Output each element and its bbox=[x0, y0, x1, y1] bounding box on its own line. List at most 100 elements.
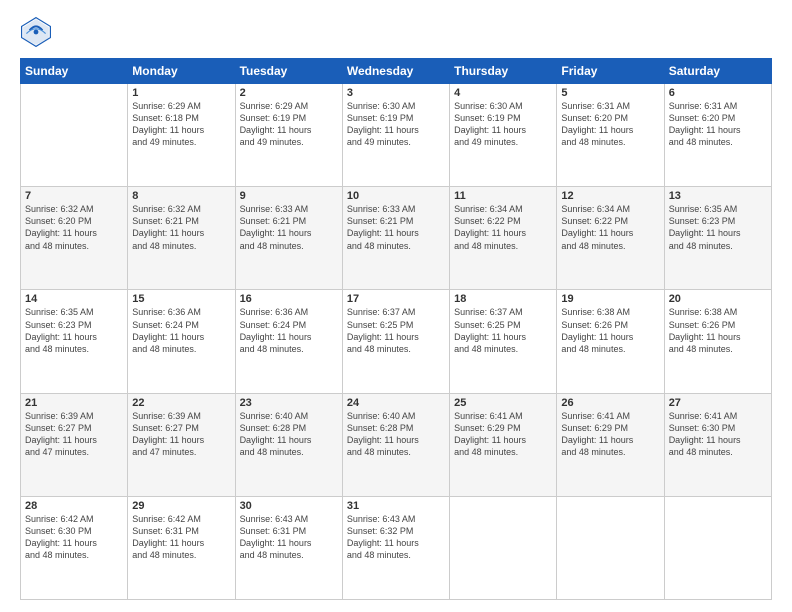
calendar-header-row: SundayMondayTuesdayWednesdayThursdayFrid… bbox=[21, 59, 772, 84]
calendar-cell: 4Sunrise: 6:30 AM Sunset: 6:19 PM Daylig… bbox=[450, 84, 557, 187]
logo-icon bbox=[20, 16, 52, 48]
day-number: 24 bbox=[347, 397, 445, 409]
day-number: 4 bbox=[454, 87, 552, 99]
day-number: 20 bbox=[669, 293, 767, 305]
calendar-cell: 31Sunrise: 6:43 AM Sunset: 6:32 PM Dayli… bbox=[342, 496, 449, 599]
day-info: Sunrise: 6:30 AM Sunset: 6:19 PM Dayligh… bbox=[454, 100, 552, 149]
page: SundayMondayTuesdayWednesdayThursdayFrid… bbox=[0, 0, 792, 612]
calendar-header-tuesday: Tuesday bbox=[235, 59, 342, 84]
day-number: 16 bbox=[240, 293, 338, 305]
calendar-cell: 15Sunrise: 6:36 AM Sunset: 6:24 PM Dayli… bbox=[128, 290, 235, 393]
day-info: Sunrise: 6:39 AM Sunset: 6:27 PM Dayligh… bbox=[25, 410, 123, 459]
day-number: 7 bbox=[25, 190, 123, 202]
calendar-week-2: 7Sunrise: 6:32 AM Sunset: 6:20 PM Daylig… bbox=[21, 187, 772, 290]
day-info: Sunrise: 6:34 AM Sunset: 6:22 PM Dayligh… bbox=[454, 203, 552, 252]
day-number: 26 bbox=[561, 397, 659, 409]
calendar-cell bbox=[450, 496, 557, 599]
day-info: Sunrise: 6:32 AM Sunset: 6:20 PM Dayligh… bbox=[25, 203, 123, 252]
day-number: 6 bbox=[669, 87, 767, 99]
calendar-cell: 20Sunrise: 6:38 AM Sunset: 6:26 PM Dayli… bbox=[664, 290, 771, 393]
day-number: 25 bbox=[454, 397, 552, 409]
calendar-cell: 10Sunrise: 6:33 AM Sunset: 6:21 PM Dayli… bbox=[342, 187, 449, 290]
day-number: 18 bbox=[454, 293, 552, 305]
calendar-cell: 21Sunrise: 6:39 AM Sunset: 6:27 PM Dayli… bbox=[21, 393, 128, 496]
day-info: Sunrise: 6:38 AM Sunset: 6:26 PM Dayligh… bbox=[561, 306, 659, 355]
day-info: Sunrise: 6:43 AM Sunset: 6:32 PM Dayligh… bbox=[347, 513, 445, 562]
day-info: Sunrise: 6:33 AM Sunset: 6:21 PM Dayligh… bbox=[347, 203, 445, 252]
day-number: 21 bbox=[25, 397, 123, 409]
day-number: 17 bbox=[347, 293, 445, 305]
day-number: 19 bbox=[561, 293, 659, 305]
calendar-cell: 12Sunrise: 6:34 AM Sunset: 6:22 PM Dayli… bbox=[557, 187, 664, 290]
calendar-cell: 3Sunrise: 6:30 AM Sunset: 6:19 PM Daylig… bbox=[342, 84, 449, 187]
day-info: Sunrise: 6:41 AM Sunset: 6:29 PM Dayligh… bbox=[561, 410, 659, 459]
calendar-cell bbox=[557, 496, 664, 599]
calendar-cell: 6Sunrise: 6:31 AM Sunset: 6:20 PM Daylig… bbox=[664, 84, 771, 187]
calendar-cell: 8Sunrise: 6:32 AM Sunset: 6:21 PM Daylig… bbox=[128, 187, 235, 290]
day-number: 29 bbox=[132, 500, 230, 512]
day-info: Sunrise: 6:40 AM Sunset: 6:28 PM Dayligh… bbox=[240, 410, 338, 459]
day-number: 9 bbox=[240, 190, 338, 202]
calendar-week-3: 14Sunrise: 6:35 AM Sunset: 6:23 PM Dayli… bbox=[21, 290, 772, 393]
calendar-header-thursday: Thursday bbox=[450, 59, 557, 84]
day-info: Sunrise: 6:35 AM Sunset: 6:23 PM Dayligh… bbox=[25, 306, 123, 355]
day-number: 3 bbox=[347, 87, 445, 99]
day-info: Sunrise: 6:34 AM Sunset: 6:22 PM Dayligh… bbox=[561, 203, 659, 252]
calendar-cell: 1Sunrise: 6:29 AM Sunset: 6:18 PM Daylig… bbox=[128, 84, 235, 187]
calendar-cell: 22Sunrise: 6:39 AM Sunset: 6:27 PM Dayli… bbox=[128, 393, 235, 496]
calendar-cell: 29Sunrise: 6:42 AM Sunset: 6:31 PM Dayli… bbox=[128, 496, 235, 599]
calendar-cell: 7Sunrise: 6:32 AM Sunset: 6:20 PM Daylig… bbox=[21, 187, 128, 290]
day-info: Sunrise: 6:37 AM Sunset: 6:25 PM Dayligh… bbox=[454, 306, 552, 355]
calendar-cell: 9Sunrise: 6:33 AM Sunset: 6:21 PM Daylig… bbox=[235, 187, 342, 290]
logo bbox=[20, 16, 56, 48]
calendar-cell: 26Sunrise: 6:41 AM Sunset: 6:29 PM Dayli… bbox=[557, 393, 664, 496]
calendar-cell: 19Sunrise: 6:38 AM Sunset: 6:26 PM Dayli… bbox=[557, 290, 664, 393]
day-info: Sunrise: 6:42 AM Sunset: 6:30 PM Dayligh… bbox=[25, 513, 123, 562]
day-number: 28 bbox=[25, 500, 123, 512]
day-number: 2 bbox=[240, 87, 338, 99]
day-info: Sunrise: 6:43 AM Sunset: 6:31 PM Dayligh… bbox=[240, 513, 338, 562]
day-number: 14 bbox=[25, 293, 123, 305]
calendar-cell bbox=[664, 496, 771, 599]
calendar-cell: 23Sunrise: 6:40 AM Sunset: 6:28 PM Dayli… bbox=[235, 393, 342, 496]
day-info: Sunrise: 6:29 AM Sunset: 6:18 PM Dayligh… bbox=[132, 100, 230, 149]
calendar-week-1: 1Sunrise: 6:29 AM Sunset: 6:18 PM Daylig… bbox=[21, 84, 772, 187]
calendar-cell bbox=[21, 84, 128, 187]
calendar-header-saturday: Saturday bbox=[664, 59, 771, 84]
calendar-cell: 11Sunrise: 6:34 AM Sunset: 6:22 PM Dayli… bbox=[450, 187, 557, 290]
day-info: Sunrise: 6:32 AM Sunset: 6:21 PM Dayligh… bbox=[132, 203, 230, 252]
header bbox=[20, 16, 772, 48]
day-number: 8 bbox=[132, 190, 230, 202]
calendar-cell: 5Sunrise: 6:31 AM Sunset: 6:20 PM Daylig… bbox=[557, 84, 664, 187]
calendar-week-4: 21Sunrise: 6:39 AM Sunset: 6:27 PM Dayli… bbox=[21, 393, 772, 496]
calendar-cell: 24Sunrise: 6:40 AM Sunset: 6:28 PM Dayli… bbox=[342, 393, 449, 496]
day-info: Sunrise: 6:39 AM Sunset: 6:27 PM Dayligh… bbox=[132, 410, 230, 459]
calendar-cell: 2Sunrise: 6:29 AM Sunset: 6:19 PM Daylig… bbox=[235, 84, 342, 187]
day-info: Sunrise: 6:30 AM Sunset: 6:19 PM Dayligh… bbox=[347, 100, 445, 149]
day-info: Sunrise: 6:33 AM Sunset: 6:21 PM Dayligh… bbox=[240, 203, 338, 252]
day-number: 10 bbox=[347, 190, 445, 202]
day-info: Sunrise: 6:36 AM Sunset: 6:24 PM Dayligh… bbox=[132, 306, 230, 355]
calendar-header-sunday: Sunday bbox=[21, 59, 128, 84]
calendar: SundayMondayTuesdayWednesdayThursdayFrid… bbox=[20, 58, 772, 600]
day-info: Sunrise: 6:40 AM Sunset: 6:28 PM Dayligh… bbox=[347, 410, 445, 459]
day-number: 1 bbox=[132, 87, 230, 99]
day-number: 30 bbox=[240, 500, 338, 512]
day-number: 11 bbox=[454, 190, 552, 202]
day-number: 22 bbox=[132, 397, 230, 409]
calendar-cell: 16Sunrise: 6:36 AM Sunset: 6:24 PM Dayli… bbox=[235, 290, 342, 393]
calendar-cell: 28Sunrise: 6:42 AM Sunset: 6:30 PM Dayli… bbox=[21, 496, 128, 599]
calendar-cell: 18Sunrise: 6:37 AM Sunset: 6:25 PM Dayli… bbox=[450, 290, 557, 393]
calendar-header-monday: Monday bbox=[128, 59, 235, 84]
day-info: Sunrise: 6:36 AM Sunset: 6:24 PM Dayligh… bbox=[240, 306, 338, 355]
day-info: Sunrise: 6:41 AM Sunset: 6:29 PM Dayligh… bbox=[454, 410, 552, 459]
calendar-cell: 27Sunrise: 6:41 AM Sunset: 6:30 PM Dayli… bbox=[664, 393, 771, 496]
day-info: Sunrise: 6:31 AM Sunset: 6:20 PM Dayligh… bbox=[561, 100, 659, 149]
day-info: Sunrise: 6:38 AM Sunset: 6:26 PM Dayligh… bbox=[669, 306, 767, 355]
day-number: 23 bbox=[240, 397, 338, 409]
day-info: Sunrise: 6:35 AM Sunset: 6:23 PM Dayligh… bbox=[669, 203, 767, 252]
calendar-cell: 17Sunrise: 6:37 AM Sunset: 6:25 PM Dayli… bbox=[342, 290, 449, 393]
calendar-week-5: 28Sunrise: 6:42 AM Sunset: 6:30 PM Dayli… bbox=[21, 496, 772, 599]
calendar-header-wednesday: Wednesday bbox=[342, 59, 449, 84]
day-info: Sunrise: 6:31 AM Sunset: 6:20 PM Dayligh… bbox=[669, 100, 767, 149]
